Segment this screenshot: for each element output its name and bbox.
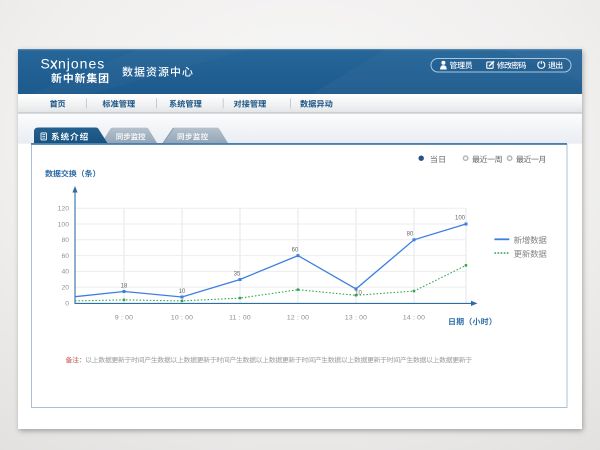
svg-text:60: 60 [61,253,69,260]
svg-text:9 : 00: 9 : 00 [115,314,133,321]
svg-text:80: 80 [61,237,69,244]
svg-text:60: 60 [292,248,299,254]
svg-text:35: 35 [234,272,241,278]
svg-text:12 : 00: 12 : 00 [287,314,309,321]
svg-text:100: 100 [58,221,70,228]
svg-text:18: 18 [121,284,128,290]
svg-text:10 : 00: 10 : 00 [171,314,193,321]
svg-text:14 : 00: 14 : 00 [403,314,425,321]
svg-text:10: 10 [355,291,362,297]
svg-text:13 : 00: 13 : 00 [345,314,367,321]
svg-text:100: 100 [455,216,466,222]
svg-text:40: 40 [61,269,69,276]
svg-text:80: 80 [407,232,414,238]
svg-text:S: S [41,55,51,71]
svg-text:20: 20 [61,285,69,292]
svg-text:10: 10 [179,289,186,295]
svg-text:njones: njones [58,55,105,71]
svg-text:11 : 00: 11 : 00 [229,314,251,321]
svg-text:0: 0 [65,300,69,307]
svg-text:120: 120 [58,206,70,213]
